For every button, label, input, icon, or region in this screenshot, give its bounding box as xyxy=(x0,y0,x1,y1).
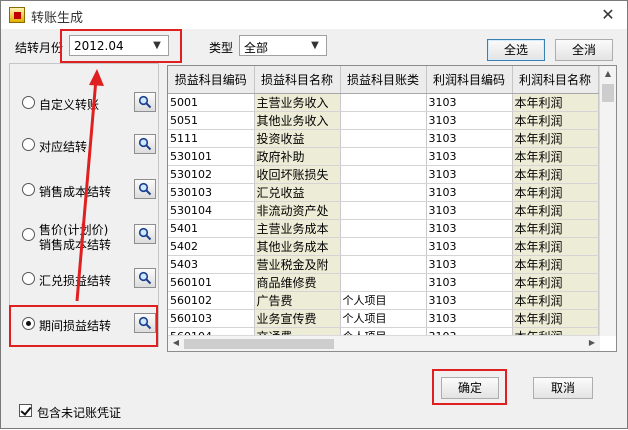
table-cell[interactable]: 政府补助 xyxy=(254,147,341,166)
table-cell[interactable]: 商品维修费 xyxy=(254,273,341,292)
table-row[interactable]: 560103 业务宣传费 个人项目 3103 本年利润 xyxy=(168,309,599,328)
table-cell[interactable]: 本年利润 xyxy=(512,93,599,112)
table-cell[interactable]: 本年利润 xyxy=(512,165,599,184)
table-cell[interactable]: 业务宣传费 xyxy=(254,309,341,328)
table-row[interactable]: 530103 汇兑收益 3103 本年利润 xyxy=(168,183,599,202)
table-cell[interactable]: 本年利润 xyxy=(512,183,599,202)
table-cell[interactable]: 本年利润 xyxy=(512,291,599,310)
table-cell[interactable]: 530103 xyxy=(168,183,255,202)
table-cell[interactable]: 3103 xyxy=(426,183,513,202)
transfer-grid: 损益科目编码 损益科目名称 损益科目账类 利润科目编码 利润科目名称 5001 主… xyxy=(167,65,617,352)
table-row[interactable]: 530102 收回坏账损失 3103 本年利润 xyxy=(168,165,599,184)
table-cell[interactable]: 5001 xyxy=(168,93,255,112)
table-cell[interactable] xyxy=(340,237,427,256)
table-cell[interactable] xyxy=(340,165,427,184)
column-header[interactable]: 利润科目编码 xyxy=(426,66,513,94)
table-row[interactable]: 530101 政府补助 3103 本年利润 xyxy=(168,147,599,166)
scroll-thumb[interactable] xyxy=(184,339,334,349)
table-row[interactable]: 560101 商品维修费 3103 本年利润 xyxy=(168,273,599,292)
table-cell[interactable] xyxy=(340,147,427,166)
table-cell[interactable]: 本年利润 xyxy=(512,147,599,166)
table-cell[interactable]: 本年利润 xyxy=(512,309,599,328)
table-cell[interactable]: 本年利润 xyxy=(512,111,599,130)
table-cell[interactable] xyxy=(340,93,427,112)
table-cell[interactable]: 3103 xyxy=(426,165,513,184)
horizontal-scrollbar[interactable]: ◀ ▶ xyxy=(168,335,600,351)
table-cell[interactable]: 其他业务成本 xyxy=(254,237,341,256)
table-cell[interactable]: 收回坏账损失 xyxy=(254,165,341,184)
scroll-left-icon[interactable]: ◀ xyxy=(170,338,182,347)
table-cell[interactable]: 560102 xyxy=(168,291,255,310)
table-cell[interactable]: 3103 xyxy=(426,93,513,112)
table-cell[interactable]: 本年利润 xyxy=(512,219,599,238)
table-row[interactable]: 530104 非流动资产处 3103 本年利润 xyxy=(168,201,599,220)
cancel-button[interactable]: 取消 xyxy=(533,377,593,399)
include-unposted-label: 包含未记账凭证 xyxy=(37,406,122,420)
table-cell[interactable]: 3103 xyxy=(426,129,513,148)
include-unposted-checkbox[interactable] xyxy=(19,404,32,417)
table-row[interactable]: 5403 营业税金及附 3103 本年利润 xyxy=(168,255,599,274)
table-cell[interactable] xyxy=(340,183,427,202)
scroll-right-icon[interactable]: ▶ xyxy=(586,338,598,347)
table-cell[interactable]: 营业税金及附 xyxy=(254,255,341,274)
column-header[interactable]: 损益科目账类 xyxy=(340,66,427,94)
vertical-scrollbar[interactable]: ▲ xyxy=(599,66,616,336)
table-cell[interactable]: 530102 xyxy=(168,165,255,184)
table-cell[interactable]: 3103 xyxy=(426,273,513,292)
column-header[interactable]: 损益科目编码 xyxy=(168,66,255,94)
table-cell[interactable]: 3103 xyxy=(426,111,513,130)
table-cell[interactable]: 3103 xyxy=(426,219,513,238)
scroll-up-icon[interactable]: ▲ xyxy=(602,69,614,78)
table-cell[interactable] xyxy=(340,201,427,220)
table-cell[interactable]: 主营业务收入 xyxy=(254,93,341,112)
table-cell[interactable]: 3103 xyxy=(426,291,513,310)
table-row[interactable]: 5401 主营业务成本 3103 本年利润 xyxy=(168,219,599,238)
table-cell[interactable] xyxy=(340,255,427,274)
table-cell[interactable]: 5403 xyxy=(168,255,255,274)
table-cell[interactable]: 5401 xyxy=(168,219,255,238)
table-cell[interactable] xyxy=(340,129,427,148)
transfer-table: 损益科目编码 损益科目名称 损益科目账类 利润科目编码 利润科目名称 5001 主… xyxy=(168,66,599,346)
table-row[interactable]: 560102 广告费 个人项目 3103 本年利润 xyxy=(168,291,599,310)
table-cell[interactable]: 3103 xyxy=(426,309,513,328)
table-cell[interactable]: 个人项目 xyxy=(340,309,427,328)
table-row[interactable]: 5402 其他业务成本 3103 本年利润 xyxy=(168,237,599,256)
table-cell[interactable]: 非流动资产处 xyxy=(254,201,341,220)
table-cell[interactable]: 广告费 xyxy=(254,291,341,310)
scroll-thumb[interactable] xyxy=(602,84,614,102)
table-row[interactable]: 5051 其他业务收入 3103 本年利润 xyxy=(168,111,599,130)
table-cell[interactable]: 本年利润 xyxy=(512,273,599,292)
ok-button[interactable]: 确定 xyxy=(441,377,499,399)
table-cell[interactable]: 5111 xyxy=(168,129,255,148)
table-cell[interactable]: 其他业务收入 xyxy=(254,111,341,130)
column-header[interactable]: 利润科目名称 xyxy=(512,66,599,94)
table-cell[interactable]: 3103 xyxy=(426,255,513,274)
table-cell[interactable]: 3103 xyxy=(426,237,513,256)
table-cell[interactable]: 3103 xyxy=(426,147,513,166)
table-cell[interactable]: 投资收益 xyxy=(254,129,341,148)
table-cell[interactable] xyxy=(340,219,427,238)
table-cell[interactable]: 本年利润 xyxy=(512,201,599,220)
transfer-generation-dialog: 转账生成 ✕ 结转月份 2012.04 ▼ 类型 全部 ▼ 全选 全消 自定义转… xyxy=(0,0,628,429)
table-cell[interactable]: 本年利润 xyxy=(512,237,599,256)
table-cell[interactable]: 5051 xyxy=(168,111,255,130)
table-cell[interactable]: 530104 xyxy=(168,201,255,220)
table-cell[interactable]: 本年利润 xyxy=(512,129,599,148)
table-cell[interactable]: 560101 xyxy=(168,273,255,292)
table-cell[interactable]: 3103 xyxy=(426,201,513,220)
table-header-row: 损益科目编码 损益科目名称 损益科目账类 利润科目编码 利润科目名称 xyxy=(168,66,599,94)
table-cell[interactable] xyxy=(340,273,427,292)
table-body: 5001 主营业务收入 3103 本年利润 5051 其他业务收入 3103 本年利润 5111… xyxy=(168,93,599,346)
table-cell[interactable]: 本年利润 xyxy=(512,255,599,274)
table-row[interactable]: 5001 主营业务收入 3103 本年利润 xyxy=(168,93,599,112)
table-cell[interactable]: 个人项目 xyxy=(340,291,427,310)
table-cell[interactable]: 560103 xyxy=(168,309,255,328)
table-cell[interactable]: 530101 xyxy=(168,147,255,166)
table-cell[interactable]: 5402 xyxy=(168,237,255,256)
table-cell[interactable]: 汇兑收益 xyxy=(254,183,341,202)
table-row[interactable]: 5111 投资收益 3103 本年利润 xyxy=(168,129,599,148)
column-header[interactable]: 损益科目名称 xyxy=(254,66,341,94)
table-cell[interactable]: 主营业务成本 xyxy=(254,219,341,238)
table-cell[interactable] xyxy=(340,111,427,130)
